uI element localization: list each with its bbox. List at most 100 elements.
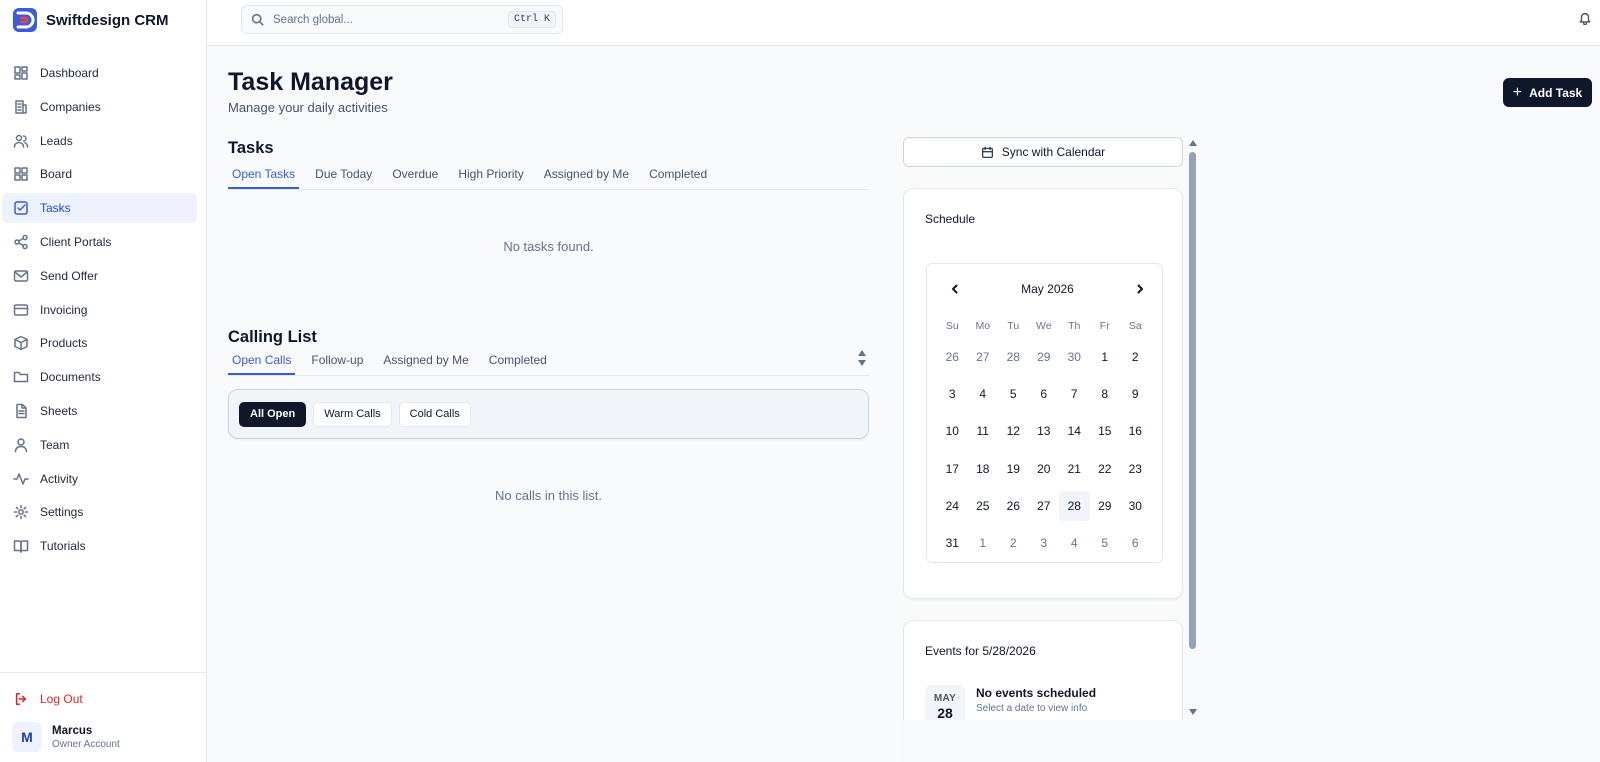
sidebar-item-label: Companies <box>40 99 101 114</box>
tab-completed[interactable]: Completed <box>485 353 551 375</box>
calendar-day[interactable]: 19 <box>998 454 1029 484</box>
user-profile[interactable]: M Marcus Owner Account <box>12 722 120 752</box>
tab-overdue[interactable]: Overdue <box>388 167 442 189</box>
sidebar-divider <box>0 672 207 673</box>
calendar-day[interactable]: 23 <box>1120 454 1151 484</box>
calendar-day[interactable]: 30 <box>1120 491 1151 521</box>
sidebar-item-tasks[interactable]: Tasks <box>2 193 197 224</box>
calendar-day[interactable]: 27 <box>1029 491 1060 521</box>
calendar-day[interactable]: 1 <box>968 528 999 558</box>
search-input[interactable] <box>273 13 508 26</box>
calendar-day[interactable]: 5 <box>1090 528 1121 558</box>
mail-icon <box>12 267 30 285</box>
sync-calendar-button[interactable]: Sync with Calendar <box>903 137 1183 167</box>
calendar-day[interactable]: 2 <box>1120 342 1151 372</box>
calendar-day[interactable]: 3 <box>1029 528 1060 558</box>
prev-month-button[interactable] <box>945 279 965 299</box>
calendar-day[interactable]: 5 <box>998 379 1029 409</box>
next-month-button[interactable] <box>1130 279 1150 299</box>
calendar-day[interactable]: 12 <box>998 416 1029 446</box>
calendar-day[interactable]: 9 <box>1120 379 1151 409</box>
brand[interactable]: Swiftdesign CRM <box>12 7 169 33</box>
calendar-day[interactable]: 24 <box>937 491 968 521</box>
calendar-day[interactable]: 29 <box>1029 342 1060 372</box>
calendar-day[interactable]: 1 <box>1090 342 1121 372</box>
tab-open-tasks[interactable]: Open Tasks <box>228 167 300 189</box>
right-panel-scrollbar[interactable] <box>1188 140 1198 720</box>
file-icon <box>12 402 30 420</box>
sidebar-item-companies[interactable]: Companies <box>2 92 197 122</box>
sidebar-item-board[interactable]: Board <box>2 159 197 189</box>
calendar-day[interactable]: 8 <box>1090 379 1121 409</box>
calendar-day[interactable]: 26 <box>998 491 1029 521</box>
scrollbar-up-icon[interactable] <box>1189 140 1197 146</box>
calendar-day[interactable]: 14 <box>1059 416 1090 446</box>
tab-completed[interactable]: Completed <box>645 167 711 189</box>
scrollbar-thumb[interactable] <box>1189 152 1196 649</box>
box-icon <box>12 334 30 352</box>
sidebar-item-invoicing[interactable]: Invoicing <box>2 295 197 325</box>
sidebar-item-client-portals[interactable]: Client Portals <box>2 227 197 257</box>
calendar-day[interactable]: 16 <box>1120 416 1151 446</box>
filter-warm-calls[interactable]: Warm Calls <box>313 401 392 427</box>
calendar-day[interactable]: 20 <box>1029 454 1060 484</box>
calendar-day[interactable]: 4 <box>1059 528 1090 558</box>
calendar-day[interactable]: 6 <box>1029 379 1060 409</box>
calendar-day[interactable]: 18 <box>968 454 999 484</box>
calendar-day[interactable]: 13 <box>1029 416 1060 446</box>
weekday-label: Mo <box>975 320 991 332</box>
sidebar-item-team[interactable]: Team <box>2 430 197 460</box>
scroll-up-icon[interactable] <box>858 350 866 356</box>
tab-assigned-by-me[interactable]: Assigned by Me <box>379 353 472 375</box>
calendar-day[interactable]: 11 <box>968 416 999 446</box>
scroll-down-icon[interactable] <box>858 360 866 366</box>
sidebar-item-leads[interactable]: Leads <box>2 126 197 156</box>
calendar-day[interactable]: 30 <box>1059 342 1090 372</box>
calendar-day[interactable]: 15 <box>1090 416 1121 446</box>
scrollbar-down-icon[interactable] <box>1189 709 1197 715</box>
calendar-day[interactable]: 3 <box>937 379 968 409</box>
sidebar-item-settings[interactable]: Settings <box>2 497 197 527</box>
plus-icon: + <box>1512 83 1523 101</box>
calendar-week: 31 1 2 3 4 5 6 <box>937 528 1151 565</box>
global-search[interactable]: Ctrl K <box>241 5 563 34</box>
sidebar-item-dashboard[interactable]: Dashboard <box>2 58 197 88</box>
folder-icon <box>12 368 30 386</box>
tabs-scroll-arrows[interactable] <box>858 350 868 370</box>
calendar-day[interactable]: 4 <box>968 379 999 409</box>
notifications-button[interactable] <box>1578 11 1592 26</box>
add-task-button[interactable]: + Add Task <box>1503 78 1592 107</box>
tab-due-today[interactable]: Due Today <box>311 167 376 189</box>
calendar-day[interactable]: 7 <box>1059 379 1090 409</box>
tab-open-calls[interactable]: Open Calls <box>228 353 296 375</box>
sidebar-item-documents[interactable]: Documents <box>2 362 197 392</box>
calendar-day[interactable]: 25 <box>968 491 999 521</box>
calendar-day[interactable]: 31 <box>937 528 968 558</box>
sidebar-item-send-offer[interactable]: Send Offer <box>2 261 197 291</box>
sidebar-item-label: Tasks <box>40 201 71 216</box>
filter-all-open[interactable]: All Open <box>239 401 307 427</box>
calendar-day[interactable]: 2 <box>998 528 1029 558</box>
calendar-day-selected[interactable]: 28 <box>1059 490 1090 521</box>
content-clip <box>903 720 1193 762</box>
tab-high-priority[interactable]: High Priority <box>454 167 527 189</box>
calendar-day[interactable]: 17 <box>937 454 968 484</box>
calendar-day[interactable]: 21 <box>1059 454 1090 484</box>
sidebar-item-sheets[interactable]: Sheets <box>2 396 197 426</box>
tab-assigned-by-me[interactable]: Assigned by Me <box>540 167 633 189</box>
filter-cold-calls[interactable]: Cold Calls <box>398 401 471 427</box>
logout-button[interactable]: Log Out <box>14 692 83 706</box>
calendar-day[interactable]: 28 <box>998 342 1029 372</box>
tab-follow-up[interactable]: Follow-up <box>307 353 367 375</box>
calendar-day[interactable]: 26 <box>937 342 968 372</box>
calendar-day[interactable]: 6 <box>1120 528 1151 558</box>
sidebar-item-products[interactable]: Products <box>2 328 197 358</box>
calendar-grid: Su Mo Tu We Th Fr Sa 26 27 28 29 30 1 2 3 4 5 6 7 8 9 10 11 12… <box>937 316 1151 565</box>
calendar-day[interactable]: 22 <box>1090 454 1121 484</box>
calendar-day[interactable]: 10 <box>937 416 968 446</box>
sidebar-nav: Dashboard Companies Leads Board Tasks Client … <box>2 58 197 565</box>
sidebar-item-tutorials[interactable]: Tutorials <box>2 531 197 561</box>
sidebar-item-activity[interactable]: Activity <box>2 464 197 494</box>
calendar-day[interactable]: 29 <box>1090 491 1121 521</box>
calendar-day[interactable]: 27 <box>968 342 999 372</box>
